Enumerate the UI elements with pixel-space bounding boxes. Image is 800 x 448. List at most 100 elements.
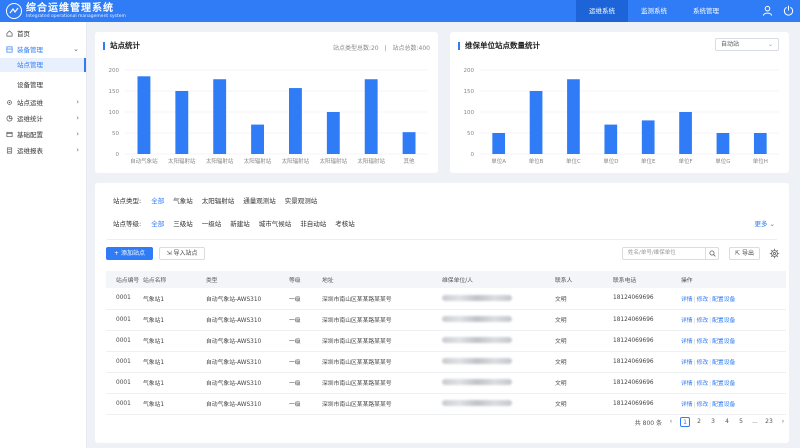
configure-device-link[interactable]: 配置设备 bbox=[712, 297, 735, 303]
table-row: 0001 气象站1 自动气象站-AWS310 一级 深圳市南山区某某路某某号 文明 1812… bbox=[106, 372, 786, 393]
cell-station-id: 0001 bbox=[116, 337, 131, 344]
x-tick-label: 自动气象站 bbox=[130, 157, 158, 165]
edit-link[interactable]: 修改 bbox=[697, 297, 709, 303]
detail-link[interactable]: 详情 bbox=[681, 381, 693, 387]
nav-system-admin[interactable]: 系统管理 bbox=[680, 0, 732, 22]
detail-link[interactable]: 详情 bbox=[681, 339, 693, 345]
separator: | bbox=[709, 318, 712, 324]
top-nav: 运维系统 监测系统 系统管理 bbox=[576, 0, 732, 22]
filter-level-assessment[interactable]: 考核站 bbox=[335, 218, 355, 228]
x-tick-label: 单位C bbox=[566, 157, 581, 165]
page-button[interactable]: 4 bbox=[722, 417, 732, 427]
filter-level-third[interactable]: 三级站 bbox=[173, 218, 193, 228]
cell-maintenance-unit bbox=[442, 351, 555, 372]
sidebar-sub-station-management[interactable]: 站点管理 bbox=[0, 58, 86, 72]
filter-type-flux[interactable]: 通量观测站 bbox=[243, 195, 276, 205]
x-tick-label: 太阳辐射站 bbox=[244, 157, 272, 165]
more-label: 更多 bbox=[754, 220, 768, 228]
configure-device-link[interactable]: 配置设备 bbox=[712, 381, 735, 387]
logout-icon[interactable] bbox=[783, 5, 794, 18]
cell-contact: 文明 bbox=[555, 339, 567, 345]
search-input[interactable]: 姓名/单号/维保单位 bbox=[622, 247, 719, 260]
edit-link[interactable]: 修改 bbox=[697, 360, 709, 366]
import-station-button[interactable]: ⇲ 导入站点 bbox=[159, 247, 205, 260]
filter-type-all[interactable]: 全部 bbox=[151, 195, 164, 205]
cell-level: 一级 bbox=[289, 360, 301, 366]
col-phone[interactable]: 联系电话 bbox=[613, 271, 681, 288]
cell-maintenance-unit bbox=[442, 372, 555, 393]
col-contact[interactable]: 联系人 bbox=[555, 271, 613, 288]
sidebar-item-ops-reports[interactable]: 运维报表 › bbox=[0, 143, 86, 157]
redacted-text bbox=[442, 400, 512, 407]
page-button[interactable]: 3 bbox=[708, 417, 718, 427]
user-icon[interactable] bbox=[762, 5, 773, 18]
detail-link[interactable]: 详情 bbox=[681, 360, 693, 366]
more-filters-link[interactable]: 更多 ⌄ bbox=[754, 218, 775, 228]
search-placeholder: 姓名/单号/维保单位 bbox=[628, 250, 676, 256]
export-button[interactable]: ⇱ 导出 bbox=[729, 247, 760, 260]
filter-type-weather[interactable]: 气象站 bbox=[173, 195, 193, 205]
edit-link[interactable]: 修改 bbox=[697, 339, 709, 345]
configure-device-link[interactable]: 配置设备 bbox=[712, 318, 735, 324]
search-icon[interactable] bbox=[705, 248, 718, 259]
edit-link[interactable]: 修改 bbox=[697, 381, 709, 387]
chart-bar bbox=[492, 133, 506, 154]
configure-device-link[interactable]: 配置设备 bbox=[712, 360, 735, 366]
sidebar-item-equipment[interactable]: 装备管理 ⌄ bbox=[0, 42, 86, 56]
col-station-name[interactable]: 站点名称 bbox=[143, 271, 206, 288]
cell-phone: 18124069696 bbox=[613, 400, 654, 407]
cell-level: 一级 bbox=[289, 402, 301, 408]
page-button[interactable]: 2 bbox=[694, 417, 704, 427]
filter-level-non-auto[interactable]: 非自动站 bbox=[300, 218, 326, 228]
separator: | bbox=[709, 402, 712, 408]
sidebar-item-label: 运维统计 bbox=[17, 115, 43, 123]
filter-type-solar[interactable]: 太阳辐射站 bbox=[202, 195, 235, 205]
configure-device-link[interactable]: 配置设备 bbox=[712, 402, 735, 408]
sidebar-item-ops-stats[interactable]: 运维统计 › bbox=[0, 111, 86, 125]
table-row: 0001 气象站1 自动气象站-AWS310 一级 深圳市南山区某某路某某号 文明 1812… bbox=[106, 309, 786, 330]
page-ellipsis[interactable]: ... bbox=[750, 417, 760, 427]
separator: | bbox=[693, 296, 696, 303]
col-station-id[interactable]: 站点编号 bbox=[106, 271, 143, 288]
detail-link[interactable]: 详情 bbox=[681, 402, 693, 408]
nav-ops-system[interactable]: 运维系统 bbox=[576, 0, 628, 22]
sidebar-item-label: 运维报表 bbox=[17, 147, 43, 155]
prev-page-icon[interactable]: ‹ bbox=[666, 417, 676, 427]
detail-link[interactable]: 详情 bbox=[681, 297, 693, 303]
next-page-icon[interactable]: › bbox=[778, 417, 788, 427]
chart-bar bbox=[529, 91, 543, 154]
add-station-button[interactable]: + 添加站点 bbox=[106, 247, 153, 260]
cell-station-id: 0001 bbox=[116, 400, 131, 407]
page-button[interactable]: 1 bbox=[680, 417, 690, 427]
cell-actions: 详情|修改|配置设备 bbox=[681, 372, 786, 393]
table-header-row: 站点编号 站点名称 类型 等级 地址 维保单位/人 联系人 联系电话 操作 bbox=[106, 271, 786, 288]
redacted-text bbox=[442, 295, 512, 301]
table-settings-icon[interactable] bbox=[769, 248, 780, 261]
filter-level-urban[interactable]: 城市气候站 bbox=[259, 218, 292, 228]
sidebar-item-base-config[interactable]: 基础配置 › bbox=[0, 127, 86, 141]
chart-bar bbox=[604, 124, 618, 154]
cell-address: 深圳市南山区某某路某某号 bbox=[322, 318, 392, 324]
filter-type-scene[interactable]: 实景观测站 bbox=[285, 195, 318, 205]
edit-link[interactable]: 修改 bbox=[697, 402, 709, 408]
separator: | bbox=[709, 381, 712, 387]
configure-device-link[interactable]: 配置设备 bbox=[712, 339, 735, 345]
pagination-total: 共 800 条 bbox=[634, 419, 662, 427]
sidebar-item-home[interactable]: 首页 bbox=[0, 26, 86, 40]
sidebar-sub-device-management[interactable]: 设备管理 bbox=[0, 78, 86, 92]
filter-level-all[interactable]: 全部 bbox=[151, 218, 164, 228]
page-button[interactable]: 23 bbox=[764, 417, 774, 427]
detail-link[interactable]: 详情 bbox=[681, 318, 693, 324]
filter-level-first[interactable]: 一级站 bbox=[202, 218, 222, 228]
nav-monitor-system[interactable]: 监测系统 bbox=[628, 0, 680, 22]
col-address[interactable]: 地址 bbox=[322, 271, 442, 288]
sidebar-item-station-ops[interactable]: 站点运维 › bbox=[0, 95, 86, 109]
filter-level-new[interactable]: 新建站 bbox=[230, 218, 250, 228]
col-maintenance-unit[interactable]: 维保单位/人 bbox=[442, 271, 555, 288]
cell-station-id: 0001 bbox=[116, 379, 131, 386]
edit-link[interactable]: 修改 bbox=[697, 318, 709, 324]
app-logo[interactable]: 综合运维管理系统 Integrated operational manageme… bbox=[0, 3, 200, 19]
col-level[interactable]: 等级 bbox=[289, 271, 322, 288]
col-type[interactable]: 类型 bbox=[206, 271, 289, 288]
page-button[interactable]: 5 bbox=[736, 417, 746, 427]
